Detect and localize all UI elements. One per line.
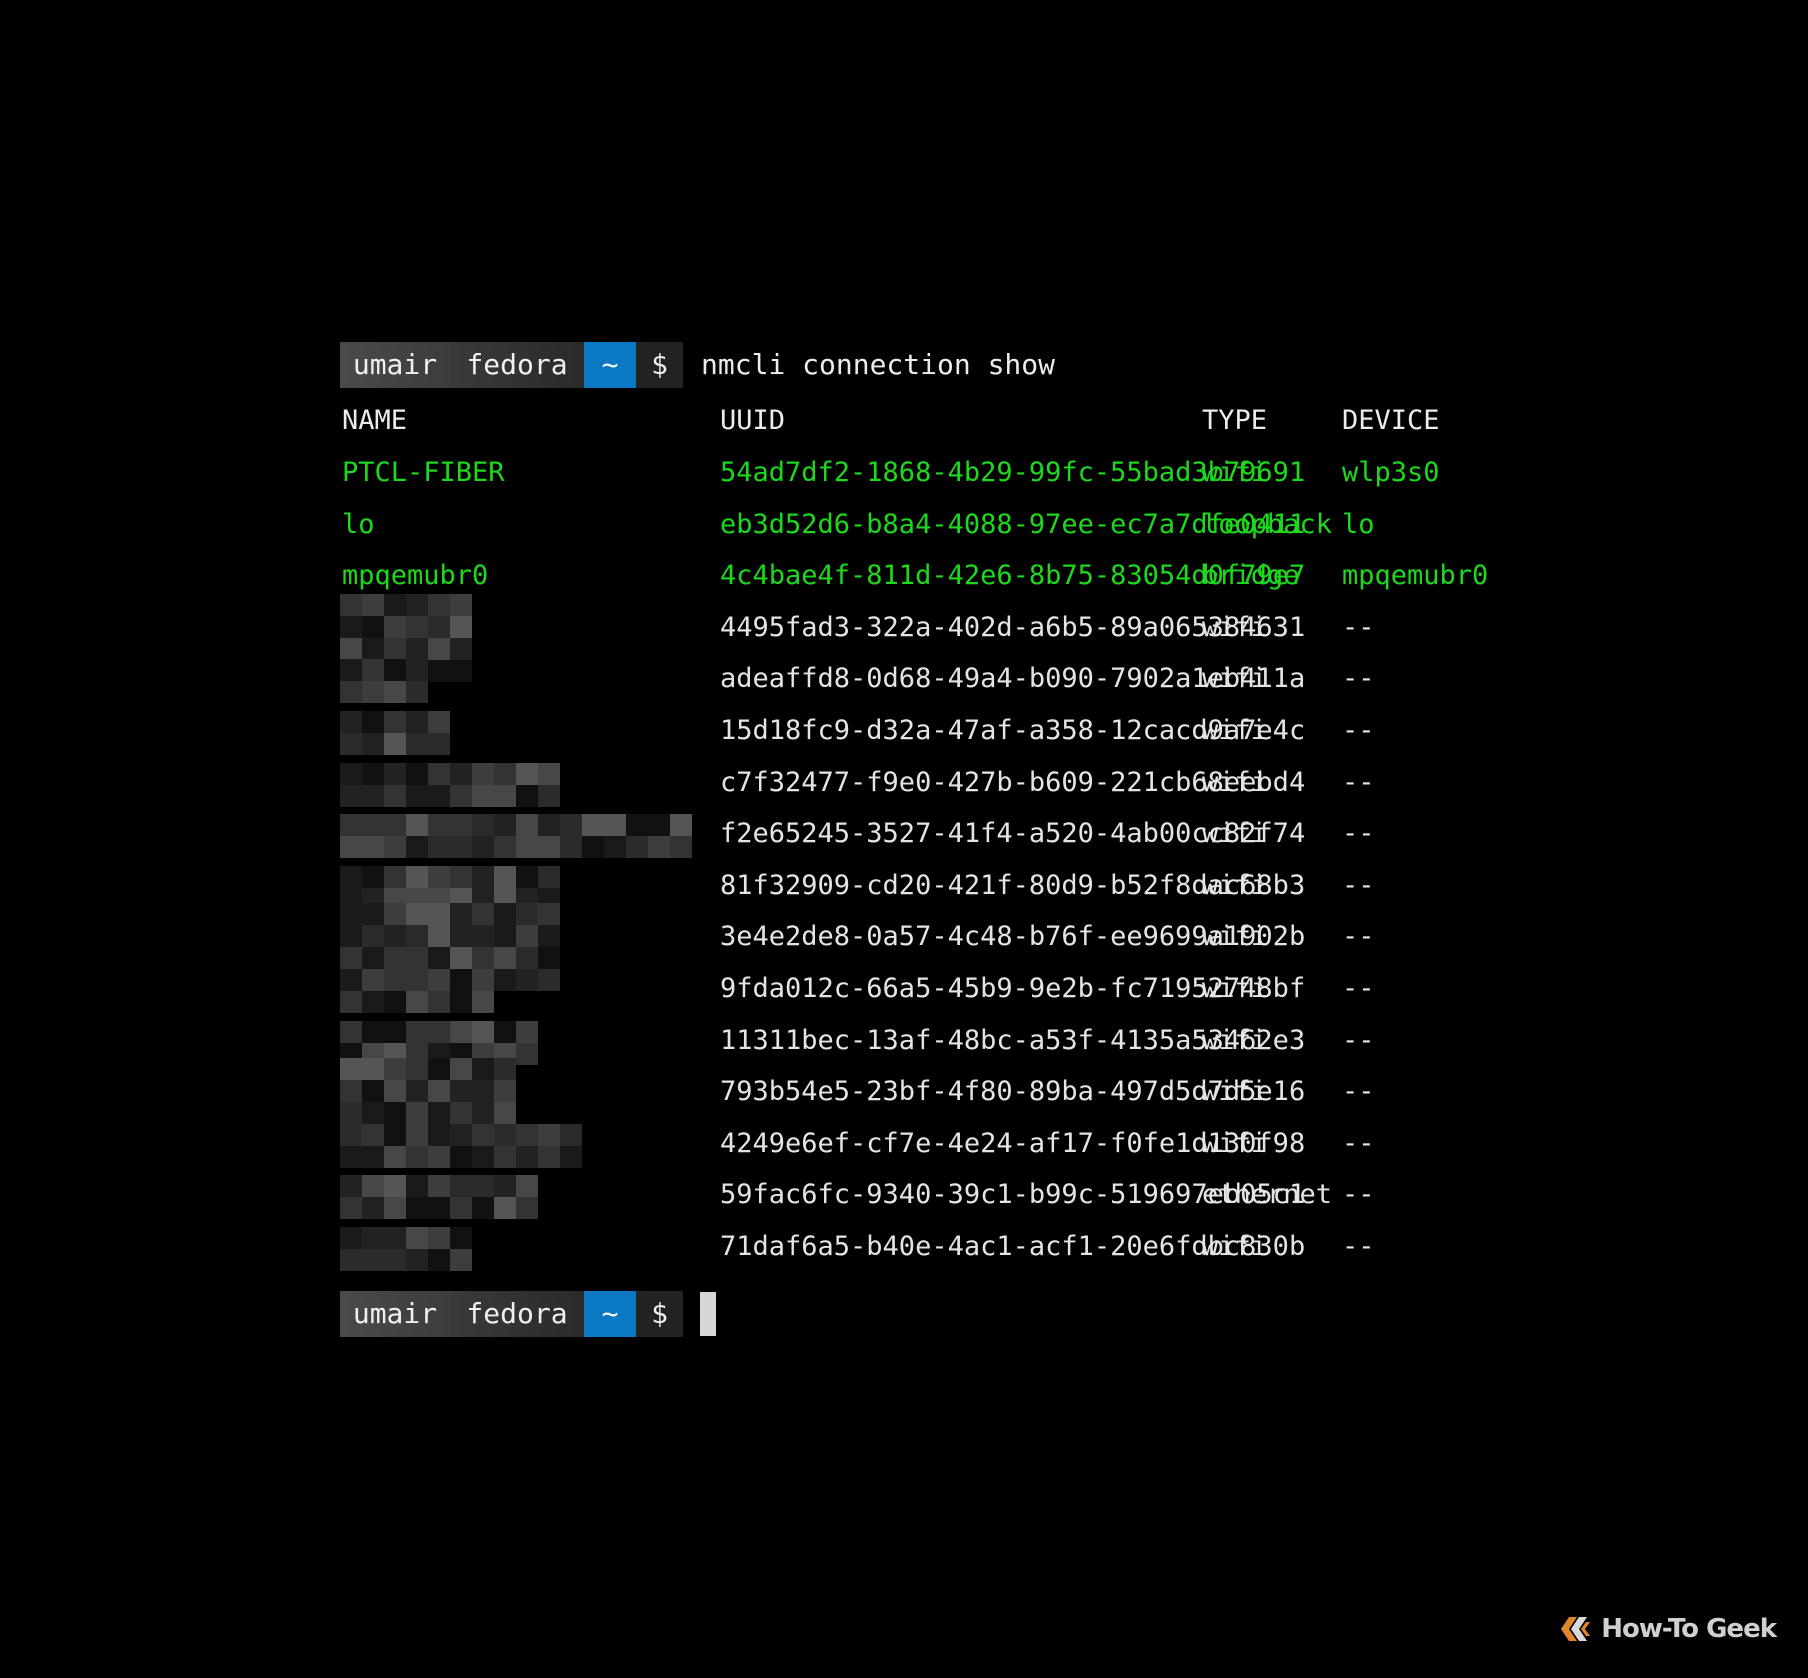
redacted-name xyxy=(340,659,428,704)
prompt-user: umair xyxy=(340,1291,450,1337)
connection-device: -- xyxy=(1342,715,1375,746)
connection-row: 4495fad3-322a-402d-a6b5-89a065384631 wifi… xyxy=(0,593,1808,682)
connection-type: wifi xyxy=(1202,663,1268,695)
connection-type: wifi xyxy=(1202,1231,1268,1262)
connection-row: mpqemubr0 4c4bae4f-811d-42e6-8b75-83054d0… xyxy=(0,556,1808,596)
redacted-name xyxy=(340,814,692,859)
redacted-name xyxy=(340,1227,472,1271)
connection-device: -- xyxy=(1342,921,1375,953)
prompt-directory: ~ xyxy=(584,342,636,388)
connection-row: adeaffd8-0d68-49a4-b090-7902a1eb411a wifi… xyxy=(0,659,1808,704)
watermark-text: How-To Geek xyxy=(1601,1614,1777,1644)
connection-device: lo xyxy=(1342,508,1375,540)
connection-name: PTCL-FIBER xyxy=(342,457,505,488)
terminal-window: umair fedora ~ $ nmcli connection show N… xyxy=(0,0,1808,1678)
redacted-name xyxy=(340,1175,538,1220)
prompt-host: fedora xyxy=(450,342,584,388)
idle-prompt[interactable]: umair fedora ~ $ xyxy=(340,1291,716,1337)
connection-device: -- xyxy=(1342,1024,1375,1056)
connection-row: 59fac6fc-9340-39c1-b99c-519697eb05c1 ethe… xyxy=(0,1175,1808,1220)
prompt-symbol: $ xyxy=(636,342,683,388)
connection-type: wifi xyxy=(1202,973,1268,1004)
connection-device: -- xyxy=(1342,818,1375,850)
connection-device: -- xyxy=(1342,973,1375,1004)
command-text: nmcli connection show xyxy=(701,348,1056,381)
connection-row: 3e4e2de8-0a57-4c48-b76f-ee9699a1902b wifi… xyxy=(0,903,1808,992)
connection-device: -- xyxy=(1342,1179,1375,1211)
connection-device: -- xyxy=(1342,869,1375,901)
connection-row: lo eb3d52d6-b8a4-4088-97ee-ec7a7dfe0411 lo… xyxy=(0,505,1808,545)
connection-row: 71daf6a5-b40e-4ac1-acf1-20e6fdbc830b wifi… xyxy=(0,1227,1808,1271)
htg-logo-icon xyxy=(1561,1617,1591,1641)
connection-row: c7f32477-f9e0-427b-b609-221cb68eebd4 wifi… xyxy=(0,762,1808,807)
prompt-directory: ~ xyxy=(584,1291,636,1337)
prompt-symbol: $ xyxy=(636,1291,683,1337)
prompt-host: fedora xyxy=(450,1291,584,1337)
connection-device: -- xyxy=(1342,663,1375,695)
header-uuid: UUID xyxy=(720,405,786,436)
text-cursor[interactable] xyxy=(700,1292,716,1336)
connection-row: 15d18fc9-d32a-47af-a358-12cacd9a7e4c wifi… xyxy=(0,711,1808,755)
header-type: TYPE xyxy=(1202,405,1268,436)
redacted-name xyxy=(340,762,560,807)
connection-type: wifi xyxy=(1202,921,1268,953)
connection-device: -- xyxy=(1342,1127,1375,1159)
redacted-name xyxy=(340,1123,582,1168)
redacted-name xyxy=(340,969,494,1013)
connection-name: lo xyxy=(342,508,375,540)
redacted-name xyxy=(340,711,450,755)
connection-type: wifi xyxy=(1202,611,1268,643)
connection-device: -- xyxy=(1342,1076,1375,1108)
connection-name: mpqemubr0 xyxy=(342,560,489,592)
connection-device: -- xyxy=(1342,1231,1375,1262)
connection-row: 81f32909-cd20-421f-80d9-b52f8dac68b3 wifi… xyxy=(0,865,1808,910)
connection-row: 9fda012c-66a5-45b9-9e2b-fc71952748bf wifi… xyxy=(0,969,1808,1013)
header-name: NAME xyxy=(342,405,408,436)
connection-type: wifi xyxy=(1202,766,1268,798)
command-prompt: umair fedora ~ $ nmcli connection show xyxy=(340,342,1055,388)
connection-type: bridge xyxy=(1202,560,1300,592)
connection-device: mpqemubr0 xyxy=(1342,560,1489,592)
connection-device: wlp3s0 xyxy=(1342,457,1440,488)
connection-device: -- xyxy=(1342,611,1375,643)
connection-type: wifi xyxy=(1202,1024,1268,1056)
prompt-user: umair xyxy=(340,342,450,388)
header-device: DEVICE xyxy=(1342,405,1440,436)
connection-type: wifi xyxy=(1202,457,1268,488)
connection-type: loopback xyxy=(1202,508,1333,540)
connection-type: wifi xyxy=(1202,715,1268,746)
connection-type: wifi xyxy=(1202,1127,1268,1159)
connection-type: wifi xyxy=(1202,869,1268,901)
watermark: How-To Geek xyxy=(1557,1614,1777,1644)
connection-device: -- xyxy=(1342,766,1375,798)
connection-type: wifi xyxy=(1202,818,1268,850)
connection-row: f2e65245-3527-41f4-a520-4ab00cc82f74 wifi… xyxy=(0,814,1808,859)
connection-type: wifi xyxy=(1202,1076,1268,1108)
connection-row: PTCL-FIBER 54ad7df2-1868-4b29-99fc-55bad3… xyxy=(0,453,1808,493)
connection-type: ethernet xyxy=(1202,1179,1333,1211)
connection-row: 11311bec-13af-48bc-a53f-4135a53462e3 wifi… xyxy=(0,1020,1808,1065)
connection-row: 793b54e5-23bf-4f80-89ba-497d5d7d5e16 wifi… xyxy=(0,1058,1808,1147)
connection-row: 4249e6ef-cf7e-4e24-af17-f0fe1d130f98 wifi… xyxy=(0,1123,1808,1168)
table-header: NAME UUID TYPE DEVICE xyxy=(0,401,1808,441)
